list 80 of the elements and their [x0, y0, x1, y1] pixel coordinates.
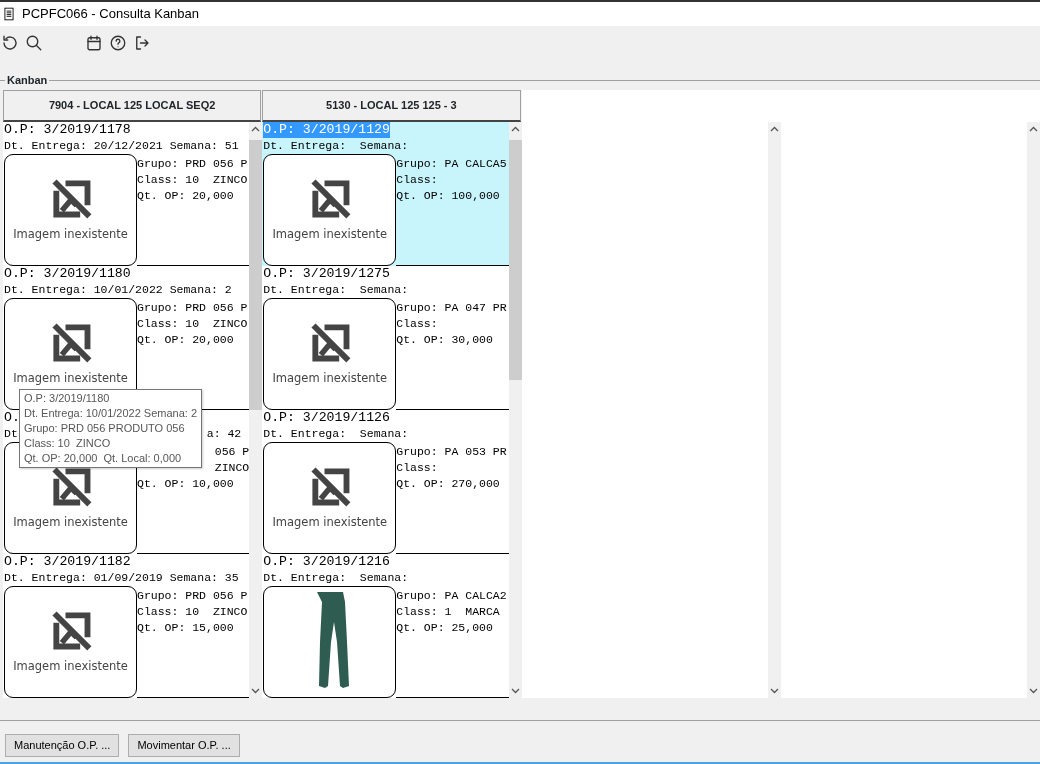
kanban-card[interactable]: O.P: 3/2019/1178 Dt. Entrega: 20/12/2021 Semana: 51 Imagem inexistente Grupo: PRD 056 P Class: 10 ZINCO Qt. OP: 20,000	[3, 122, 250, 266]
info-text: Grupo: PA 053 PR	[396, 444, 507, 460]
info-text: Qt. OP: 270,000	[396, 476, 500, 492]
info-text: Grupo: PRD 056 P	[137, 588, 248, 604]
order-number: O.P: 3/2019/1129	[263, 122, 390, 138]
info-text: Qt. OP: 100,000	[396, 188, 500, 204]
order-number: O.	[4, 410, 20, 426]
delivery-text: Dt. Entrega: Semana:	[263, 426, 409, 442]
window-title: PCPFC066 - Consulta Kanban	[22, 5, 200, 24]
help-icon[interactable]	[109, 34, 127, 52]
order-number: O.P: 3/2019/1275	[263, 266, 390, 282]
scroll-up-icon[interactable]	[1029, 125, 1038, 134]
kanban-card[interactable]: O.P: 3/2019/1182 Dt. Entrega: 01/09/2019 Semana: 35 Imagem inexistente Grupo: PRD 056 P Class: 10 ZINCO Qt. OP: 15,000	[3, 554, 250, 698]
image-caption: Imagem inexistente	[272, 370, 388, 388]
scrollbar-thumb[interactable]	[249, 140, 263, 410]
info-text: Class: 10 ZINCO	[137, 316, 248, 332]
info-text: Grupo: PRD 056 P	[137, 156, 248, 172]
scrollbar-thumb[interactable]	[508, 140, 522, 380]
tooltip-line: Dt. Entrega: 10/01/2022 Semana: 2	[24, 406, 198, 421]
kanban-card[interactable]: O.P: 3/2019/1126 Dt. Entrega: Semana: Imagem inexistente Grupo: PA 053 PR Class: Qt. OP: 270,000	[262, 410, 509, 554]
tooltip-line: Class: 10 ZINCO	[24, 436, 112, 451]
delivery-text: Dt. Entrega: 01/09/2019 Semana: 35	[4, 570, 239, 586]
kanban-card[interactable]: O.P: 3/2019/1129 Dt. Entrega: Semana: Imagem inexistente Grupo: PA CALCA5 Class: Qt. OP: 100,000	[262, 122, 509, 266]
info-text: Qt. OP: 20,000	[137, 188, 234, 204]
kanban-card[interactable]: O.P: 3/2019/1275 Dt. Entrega: Semana: Imagem inexistente Grupo: PA 047 PR Class: Qt. OP: 30,000	[262, 266, 509, 410]
scroll-up-icon[interactable]	[510, 125, 520, 134]
refresh-icon[interactable]	[1, 34, 19, 52]
info-text: Grupo: PRD 056 P	[137, 300, 248, 316]
delivery-text: Dt. Entrega: Semana:	[263, 282, 409, 298]
week-text: a: 42	[206, 426, 242, 442]
info-text: Qt. OP: 30,000	[396, 332, 493, 348]
group-label: Kanban	[5, 73, 50, 87]
action-button[interactable]: Movimentar O.P. ...	[128, 734, 240, 757]
info-text: Qt. OP: 25,000	[396, 620, 493, 636]
scroll-down-icon[interactable]	[510, 686, 520, 695]
info-text: Class:	[396, 172, 438, 188]
image-caption: Imagem inexistente	[272, 514, 388, 532]
image-caption: Imagem inexistente	[13, 658, 128, 676]
info-text: Grupo: PA 047 PR	[396, 300, 507, 316]
calendar-icon[interactable]	[85, 34, 103, 52]
delivery-text: Dt. Entrega: Semana:	[263, 570, 409, 586]
order-number: O.P: 3/2019/1180	[4, 266, 131, 282]
action-button[interactable]: Manutenção O.P. ...	[5, 734, 120, 757]
scroll-down-icon[interactable]	[251, 686, 261, 695]
column-header[interactable]: 5130 - LOCAL 125 125 - 3	[262, 90, 521, 122]
info-text: Qt. OP: 20,000	[137, 332, 234, 348]
column-header[interactable]: 7904 - LOCAL 125 LOCAL SEQ2	[3, 90, 262, 122]
info-text: Class:	[396, 316, 438, 332]
info-text: ZINCO	[214, 460, 250, 476]
delivery-text: Dt. Entrega: Semana:	[263, 138, 409, 154]
exit-icon[interactable]	[133, 34, 151, 52]
order-number: O.P: 3/2019/1178	[4, 122, 131, 138]
image-caption: Imagem inexistente	[272, 226, 388, 244]
order-number: O.P: 3/2019/1182	[4, 554, 131, 570]
tooltip-line: O.P: 3/2019/1180	[24, 391, 111, 406]
tooltip-line: Grupo: PRD 056 PRODUTO 056	[24, 421, 186, 436]
tooltip-line: Qt. OP: 20,000 Qt. Local: 0,000	[24, 451, 183, 466]
info-text: Grupo: PA CALCA5	[396, 156, 507, 172]
scroll-down-icon[interactable]	[769, 686, 779, 695]
image-caption: Imagem inexistente	[13, 370, 128, 388]
info-text: Grupo: PA CALCA2	[396, 588, 507, 604]
delivery-text: Dt. Entrega: 20/12/2021 Semana: 51	[4, 138, 239, 154]
info-text: Qt. OP: 15,000	[137, 620, 234, 636]
search-icon[interactable]	[25, 34, 43, 52]
info-text: Class: 10 ZINCO	[137, 172, 248, 188]
info-text: Class: 10 ZINCO	[137, 604, 248, 620]
scroll-down-icon[interactable]	[1029, 686, 1038, 695]
delivery-text: Dt	[4, 426, 18, 442]
scroll-up-icon[interactable]	[251, 125, 261, 134]
order-number: O.P: 3/2019/1216	[263, 554, 390, 570]
info-text: Qt. OP: 10,000	[137, 476, 234, 492]
info-text: 056 P	[214, 444, 250, 460]
info-text: Class:	[396, 460, 438, 476]
info-text: Class: 1 MARCA	[396, 604, 500, 620]
kanban-card[interactable]: O.P: 3/2019/1216 Dt. Entrega: Semana: Grupo: PA CALCA2 Class: 1 MARCA Qt. OP: 25,000	[262, 554, 509, 698]
scroll-up-icon[interactable]	[769, 125, 779, 134]
order-number: O.P: 3/2019/1126	[263, 410, 390, 426]
image-caption: Imagem inexistente	[13, 514, 128, 532]
delivery-text: Dt. Entrega: 10/01/2022 Semana: 2	[4, 282, 232, 298]
image-caption: Imagem inexistente	[13, 226, 128, 244]
